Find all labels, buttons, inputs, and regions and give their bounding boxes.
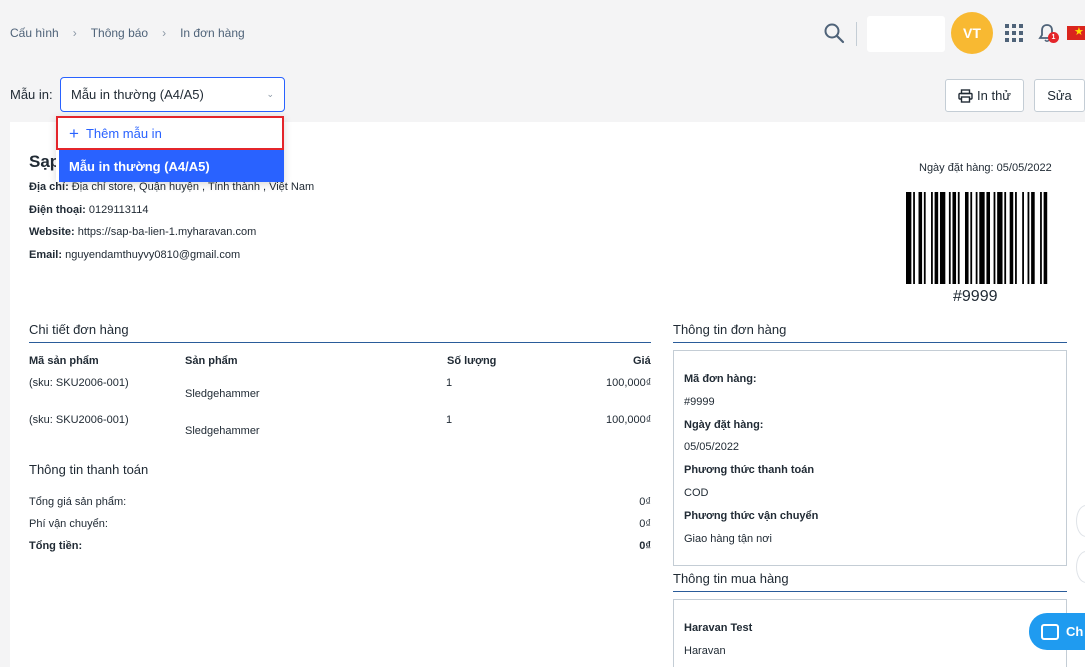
buyer-company: Haravan xyxy=(684,645,726,657)
template-dropdown-menu: + Thêm mẫu in Mẫu in thường (A4/A5) xyxy=(56,116,284,182)
chevron-right-icon: › xyxy=(72,26,77,40)
breadcrumb-item-config[interactable]: Cấu hình xyxy=(10,26,59,40)
column-header-product: Sản phẩm xyxy=(185,355,238,367)
chat-label: Ch xyxy=(1066,624,1084,639)
template-label: Mẫu in: xyxy=(10,87,53,102)
order-code-label: Mã đơn hàng: xyxy=(684,373,757,385)
barcode xyxy=(906,192,1048,284)
plus-icon: + xyxy=(69,123,79,143)
order-date-header: Ngày đặt hàng: 05/05/2022 xyxy=(919,162,1052,174)
print-test-button[interactable]: In thử xyxy=(945,79,1024,112)
store-email: Email: nguyendamthuyvy0810@gmail.com xyxy=(29,249,241,261)
row-sku: (sku: SKU2006-001) xyxy=(29,414,129,426)
payment-subtotal: Tổng giá sản phẩm: 0₫ xyxy=(29,496,651,508)
notification-badge: 1 xyxy=(1048,32,1059,43)
store-address: Địa chỉ: Địa chỉ store, Quận huyện , Tỉn… xyxy=(29,181,315,193)
column-header-sku: Mã sản phẩm xyxy=(29,355,99,367)
header-divider xyxy=(856,22,857,46)
printer-icon xyxy=(958,88,973,103)
payment-method: COD xyxy=(684,487,709,499)
buyer-info-title: Thông tin mua hàng xyxy=(673,571,789,586)
payment-total: Tổng tiền: 0₫ xyxy=(29,540,651,552)
add-template-label: Thêm mẫu in xyxy=(85,125,162,141)
apps-grid-icon[interactable] xyxy=(1005,24,1023,42)
add-template-button[interactable]: + Thêm mẫu in xyxy=(56,116,284,150)
column-header-qty: Số lượng xyxy=(447,355,497,367)
avatar[interactable]: VT xyxy=(951,12,993,54)
row-qty: 1 xyxy=(446,377,453,389)
order-details-title: Chi tiết đơn hàng xyxy=(29,322,129,337)
buyer-name: Haravan Test xyxy=(684,622,753,634)
breadcrumb-item-print-order: In đơn hàng xyxy=(180,26,245,40)
chevron-right-icon: › xyxy=(162,26,167,40)
template-select[interactable]: Mẫu in thường (A4/A5) ⌄ xyxy=(60,77,285,112)
print-test-label: In thử xyxy=(977,88,1011,103)
barcode-number: #9999 xyxy=(953,288,998,305)
row-product: Sledgehammer xyxy=(185,425,260,437)
chevron-down-icon: ⌄ xyxy=(266,89,274,99)
store-switcher[interactable] xyxy=(867,16,945,52)
payment-shipping: Phí vận chuyển: 0₫ xyxy=(29,518,651,530)
column-header-price: Giá xyxy=(633,355,651,367)
payment-title: Thông tin thanh toán xyxy=(29,462,149,477)
order-date: 05/05/2022 xyxy=(684,441,740,453)
payment-method-label: Phương thức thanh toán xyxy=(684,464,815,476)
order-code: #9999 xyxy=(684,396,715,408)
row-price: 100,000₫ xyxy=(606,414,652,426)
section-divider xyxy=(29,342,651,343)
edit-button[interactable]: Sửa xyxy=(1034,79,1085,112)
chat-button[interactable]: Ch xyxy=(1029,613,1085,650)
top-bar: Cấu hình › Thông báo › In đơn hàng VT 1 xyxy=(0,0,1085,64)
store-phone: Điện thoại: 0129113114 xyxy=(29,204,149,216)
section-divider xyxy=(673,591,1067,592)
vietnam-flag-icon[interactable] xyxy=(1067,25,1085,40)
row-qty: 1 xyxy=(446,414,453,426)
store-website: Website: https://sap-ba-lien-1.myharavan… xyxy=(29,226,257,238)
shipping-method-label: Phương thức vận chuyển xyxy=(684,510,819,522)
row-price: 100,000₫ xyxy=(606,377,652,389)
order-info-title: Thông tin đơn hàng xyxy=(673,322,787,337)
shipping-method: Giao hàng tận nơi xyxy=(684,533,772,545)
search-icon[interactable] xyxy=(822,21,846,45)
template-option[interactable]: Mẫu in thường (A4/A5) xyxy=(59,150,284,182)
chat-icon xyxy=(1041,623,1059,640)
order-date-label: Ngày đặt hàng: xyxy=(684,419,764,431)
row-product: Sledgehammer xyxy=(185,388,260,400)
row-sku: (sku: SKU2006-001) xyxy=(29,377,129,389)
template-select-value: Mẫu in thường (A4/A5) xyxy=(71,87,204,102)
section-divider xyxy=(673,342,1067,343)
breadcrumb: Cấu hình › Thông báo › In đơn hàng xyxy=(10,26,245,40)
breadcrumb-item-notifications[interactable]: Thông báo xyxy=(91,26,148,40)
